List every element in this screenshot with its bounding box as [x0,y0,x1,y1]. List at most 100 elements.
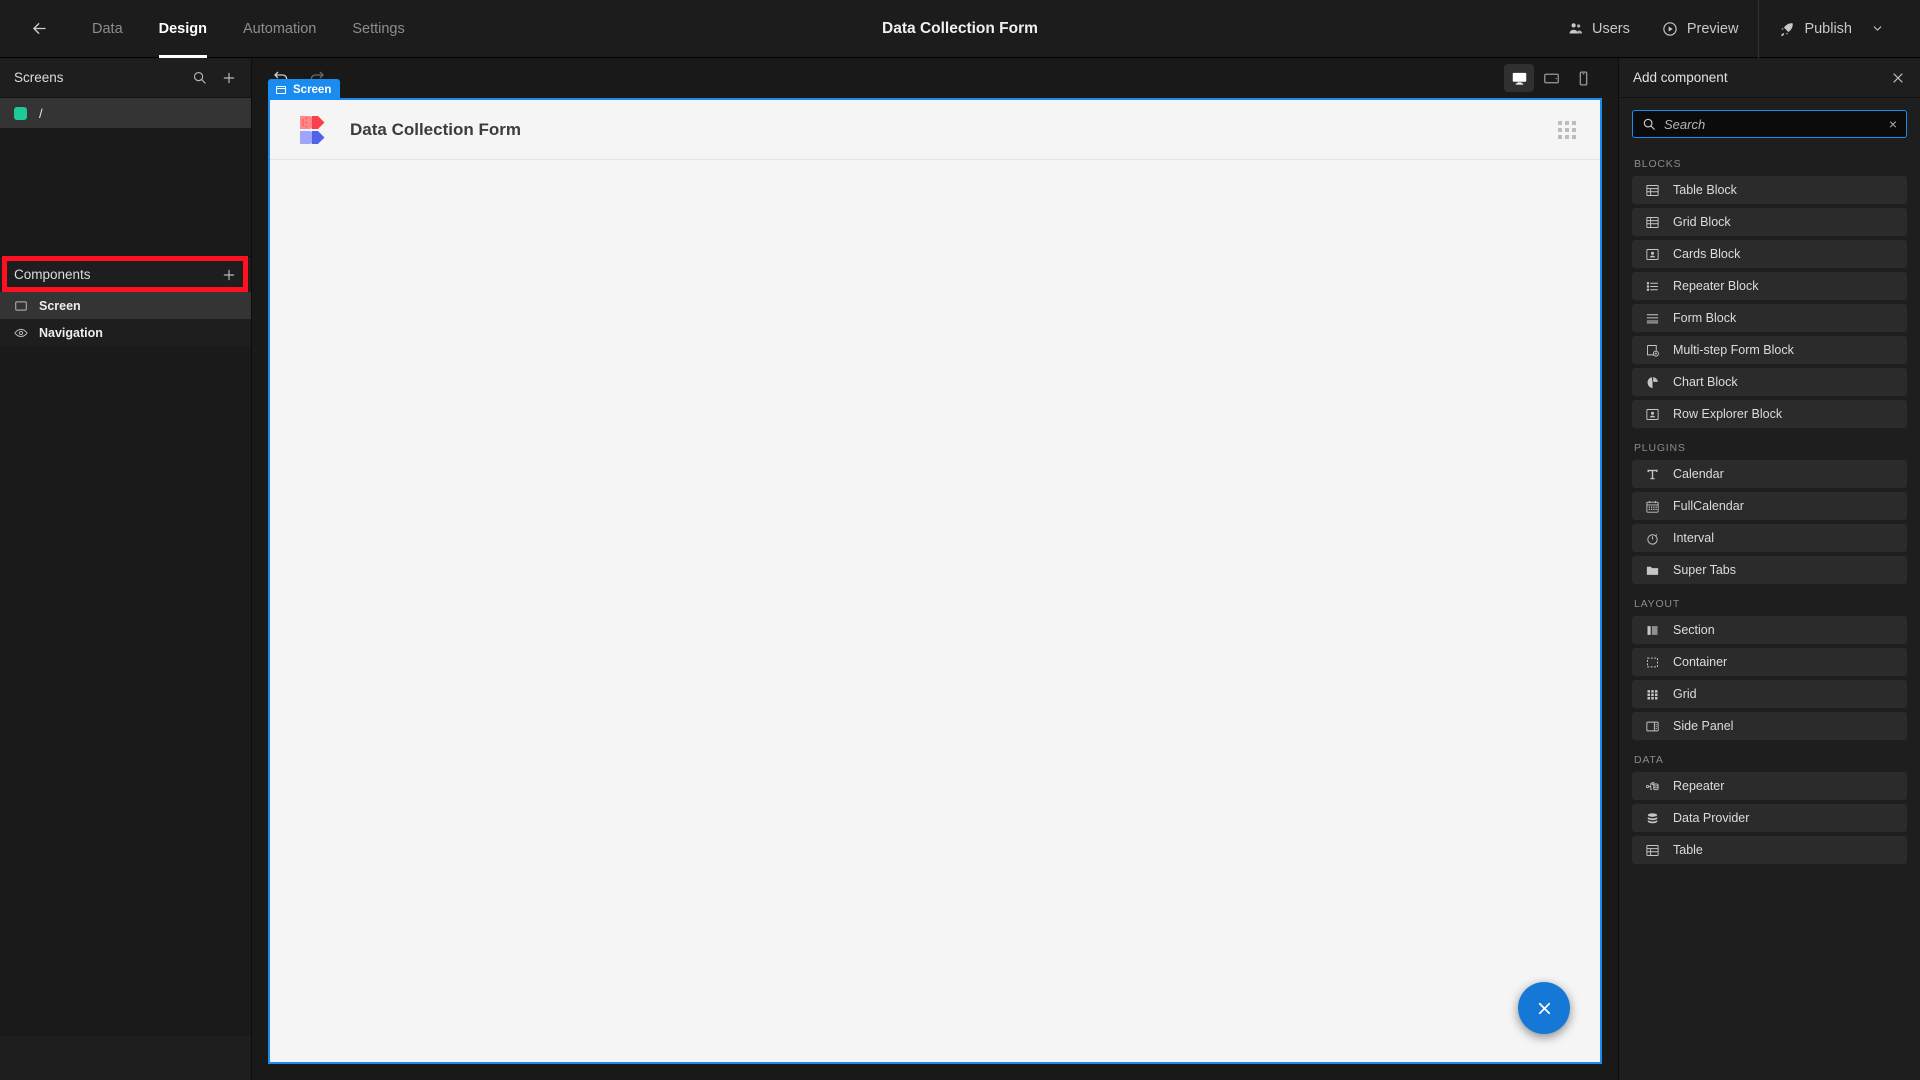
search-icon[interactable] [192,70,207,85]
device-desktop-button[interactable] [1504,64,1534,92]
canvas-toolbar [252,58,1618,98]
main-body: Screens / Components Screen Navigation S… [0,58,1920,1080]
table-icon [1644,843,1660,858]
component-option-form-block[interactable]: Form Block [1632,304,1907,332]
canvas-area: Screen Data Collection Form [252,58,1618,1080]
add-component-title: Add component [1633,70,1728,85]
container-dashed-icon [1644,655,1660,670]
topbar-right-group: Users Preview Publish [1552,0,1920,58]
components-panel-header: Components [0,256,251,292]
component-tree-label: Screen [39,298,81,313]
component-option-table[interactable]: Table [1632,836,1907,864]
category-label-layout: LAYOUT [1634,598,1681,610]
screen-badge-label: Screen [293,83,332,96]
screens-panel-header: Screens [0,58,251,98]
users-button[interactable]: Users [1552,0,1646,58]
component-option-chart-block[interactable]: Chart Block [1632,368,1907,396]
mobile-icon [1575,70,1592,87]
screen-badge-icon [275,84,287,96]
component-option-label: Side Panel [1673,719,1734,733]
close-icon [1535,999,1554,1018]
component-list: BLOCKS Table Block Grid Block Cards Bloc… [1619,148,1920,1080]
preview-label: Preview [1686,20,1739,37]
topbar-left-group: Data Design Automation Settings [0,0,423,58]
component-option-row-explorer-block[interactable]: Row Explorer Block [1632,400,1907,428]
clear-search-icon[interactable]: × [1885,117,1897,131]
section-icon [1644,623,1660,638]
add-component-header: Add component [1619,58,1920,98]
component-option-label: Super Tabs [1673,563,1737,577]
component-option-grid[interactable]: Grid [1632,680,1907,708]
component-option-section[interactable]: Section [1632,616,1907,644]
search-input[interactable] [1664,116,1877,132]
canvas-viewport: Screen Data Collection Form [252,79,1618,1080]
component-option-multistep-form-block[interactable]: Multi-step Form Block [1632,336,1907,364]
component-option-repeater[interactable]: Repeater [1632,772,1907,800]
component-tree-item-navigation[interactable]: Navigation [0,319,251,346]
back-button[interactable] [22,12,56,46]
left-sidebar: Screens / Components Screen Navigation [0,58,252,1080]
component-option-label: Repeater [1673,779,1725,793]
left-sidebar-empty-area [0,346,251,1036]
search-icon [1642,117,1656,131]
preview-button[interactable]: Preview [1646,0,1755,58]
component-option-label: Interval [1673,531,1714,545]
card-icon [1644,247,1660,262]
component-option-table-block[interactable]: Table Block [1632,176,1907,204]
topbar-divider [1758,0,1760,58]
close-panel-button[interactable] [1890,70,1906,86]
search-wrapper: × [1619,98,1920,148]
rocket-icon [1779,21,1795,37]
grid-table-icon [1644,215,1660,230]
add-component-panel: Add component × BLOCKS Table [1618,58,1920,1080]
screen-header-component[interactable]: Data Collection Form [270,100,1600,160]
folder-icon [1644,563,1660,578]
component-option-label: Calendar [1673,467,1724,481]
play-circle-icon [1662,21,1678,37]
tab-data[interactable]: Data [74,0,141,58]
tab-design[interactable]: Design [141,0,225,58]
tab-settings[interactable]: Settings [334,0,422,58]
multistep-form-icon [1644,343,1660,358]
component-option-interval[interactable]: Interval [1632,524,1907,552]
component-option-super-tabs[interactable]: Super Tabs [1632,556,1907,584]
category-label-blocks: BLOCKS [1634,158,1682,170]
add-component-icon[interactable] [221,267,237,283]
screen-selection-badge[interactable]: Screen [268,79,341,100]
publish-button[interactable]: Publish [1763,0,1900,58]
screen-route-item[interactable]: / [0,98,251,128]
add-screen-icon[interactable] [221,70,237,86]
component-option-fullcalendar[interactable]: FullCalendar [1632,492,1907,520]
screens-title: Screens [14,70,64,85]
search-box[interactable]: × [1632,110,1907,138]
screen-body-empty[interactable] [270,160,1600,1061]
component-tree-item-screen[interactable]: Screen [0,292,251,319]
component-option-label: Section [1673,623,1715,637]
device-mobile-button[interactable] [1568,64,1598,92]
screen-route-label: / [39,105,43,121]
components-section: Components Screen Navigation [0,256,251,346]
component-option-calendar[interactable]: Calendar [1632,460,1907,488]
components-header-actions [221,267,237,283]
screen-frame[interactable]: Screen Data Collection Form [268,79,1602,1064]
drag-handle-icon[interactable] [1558,120,1576,139]
list-icon [1644,279,1660,294]
table-icon [1644,183,1660,198]
component-option-label: Data Provider [1673,811,1750,825]
component-option-container[interactable]: Container [1632,648,1907,676]
device-preview-toggle [1504,64,1604,92]
brand-logo-icon [300,115,334,144]
component-option-cards-block[interactable]: Cards Block [1632,240,1907,268]
component-option-side-panel[interactable]: Side Panel [1632,712,1907,740]
chevron-down-icon[interactable] [1871,22,1884,35]
component-option-label: Container [1673,655,1728,669]
device-tablet-button[interactable] [1536,64,1566,92]
component-option-label: Row Explorer Block [1673,407,1783,421]
component-option-grid-block[interactable]: Grid Block [1632,208,1907,236]
component-option-repeater-block[interactable]: Repeater Block [1632,272,1907,300]
floating-close-button[interactable] [1518,982,1570,1034]
tab-automation[interactable]: Automation [225,0,334,58]
pie-chart-icon [1644,375,1660,390]
component-option-data-provider[interactable]: Data Provider [1632,804,1907,832]
component-option-label: Multi-step Form Block [1673,343,1794,357]
